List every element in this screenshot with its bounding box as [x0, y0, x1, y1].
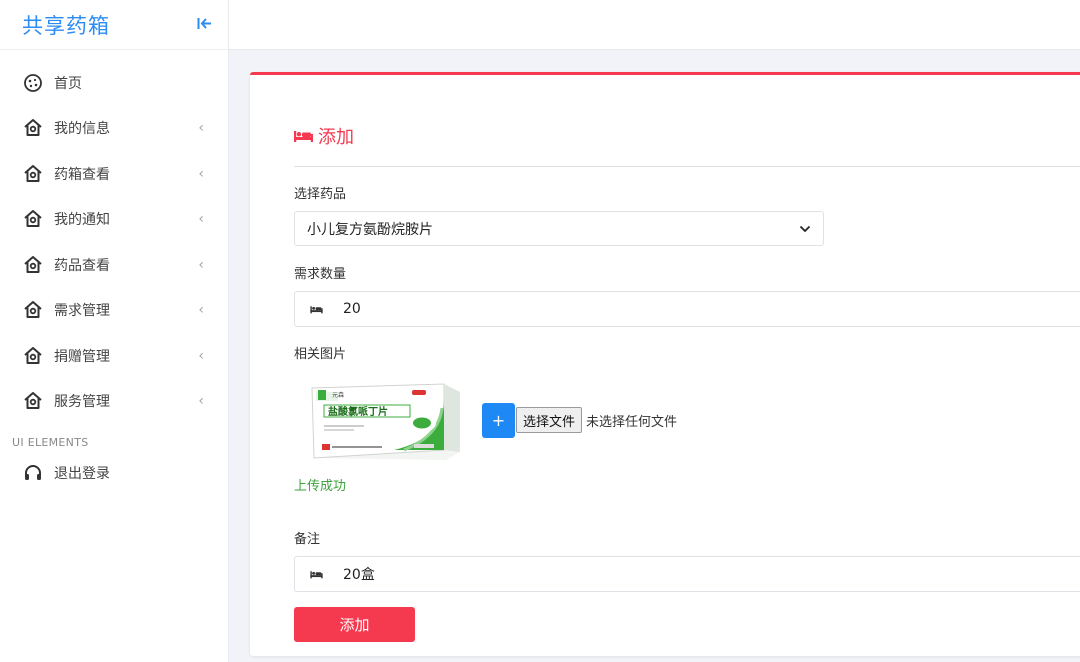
sidebar-menu: 首页 我的信息 ‹ 药箱查看 ‹ 我的通知 ‹ 药品查看 ‹ 需求管理 ‹ 捐赠… — [0, 50, 228, 424]
svg-text:元森: 元森 — [332, 391, 344, 399]
medicine-label: 选择药品 — [294, 187, 347, 202]
sidebar-item-my-info[interactable]: 我的信息 ‹ — [0, 106, 228, 152]
sidebar-item-home[interactable]: 首页 — [0, 60, 228, 106]
sidebar-item-label: 药品查看 — [54, 257, 110, 274]
home-icon — [23, 346, 43, 366]
sidebar-item-label: 需求管理 — [54, 303, 110, 320]
top-bar — [229, 0, 1080, 50]
card-header: 添加 — [294, 123, 1080, 149]
sidebar-item-notifications[interactable]: 我的通知 ‹ — [0, 197, 228, 243]
note-value: 20盒 — [343, 567, 375, 583]
headset-icon — [23, 463, 43, 483]
add-form: 选择药品 小儿复方氨酚烷胺片 需求数量 20 相关图片 元森 盐酸氯哌丁片 + … — [294, 183, 1080, 642]
note-input[interactable]: 20盒 — [294, 556, 1080, 592]
sidebar-item-label: 药箱查看 — [54, 166, 110, 183]
section-title: UI ELEMENTS — [12, 436, 89, 449]
note-label: 备注 — [294, 532, 321, 547]
sidebar-item-label: 捐赠管理 — [54, 348, 110, 365]
bed-icon — [295, 570, 337, 579]
quantity-label: 需求数量 — [294, 267, 347, 282]
file-status-text: 未选择任何文件 — [586, 414, 678, 430]
sidebar-item-medicine-box[interactable]: 药箱查看 ‹ — [0, 151, 228, 197]
home-icon — [23, 164, 43, 184]
chevron-left-icon: ‹ — [198, 165, 204, 182]
app-title: 共享药箱 — [22, 13, 110, 38]
home-icon — [23, 391, 43, 411]
chevron-left-icon: ‹ — [198, 211, 204, 228]
brand-bar: 共享药箱 — [0, 0, 228, 50]
chevron-left-icon: ‹ — [198, 393, 204, 410]
sidebar-item-donation-management[interactable]: 捐赠管理 ‹ — [0, 333, 228, 379]
quantity-value: 20 — [343, 301, 361, 317]
add-submit-button[interactable]: 添加 — [294, 607, 415, 642]
chevron-left-icon: ‹ — [198, 302, 204, 319]
home-icon — [23, 209, 43, 229]
upload-status: 上传成功 — [294, 479, 347, 494]
add-form-card: 添加 选择药品 小儿复方氨酚烷胺片 需求数量 20 相关图片 元森 盐酸氯哌丁片… — [250, 72, 1080, 656]
sidebar-item-label: 首页 — [54, 75, 82, 92]
divider — [294, 166, 1080, 167]
bed-icon — [294, 129, 313, 143]
sidebar-item-demand-management[interactable]: 需求管理 ‹ — [0, 288, 228, 334]
cookie-icon — [23, 73, 43, 93]
sidebar-item-label: 我的通知 — [54, 212, 110, 229]
image-label: 相关图片 — [294, 347, 347, 362]
collapse-sidebar-icon[interactable] — [197, 16, 212, 34]
thumbnail-box-text: 盐酸氯哌丁片 — [328, 405, 388, 418]
sidebar-item-label: 服务管理 — [54, 394, 110, 411]
chevron-left-icon: ‹ — [198, 347, 204, 364]
medicine-select[interactable]: 小儿复方氨酚烷胺片 — [294, 211, 824, 246]
card-title: 添加 — [318, 127, 354, 148]
medicine-image-thumbnail: 元森 盐酸氯哌丁片 — [294, 378, 462, 462]
choose-file-button[interactable]: 选择文件 — [516, 407, 583, 433]
quantity-input[interactable]: 20 — [294, 291, 1080, 327]
logout-label: 退出登录 — [54, 465, 110, 482]
medicine-select-value: 小儿复方氨酚烷胺片 — [307, 221, 433, 238]
sidebar-item-logout[interactable]: 退出登录 — [0, 450, 228, 496]
home-icon — [23, 300, 43, 320]
chevron-left-icon: ‹ — [198, 120, 204, 137]
sidebar-item-service-management[interactable]: 服务管理 ‹ — [0, 379, 228, 425]
sidebar-item-medicine-view[interactable]: 药品查看 ‹ — [0, 242, 228, 288]
chevron-left-icon: ‹ — [198, 256, 204, 273]
sidebar: 共享药箱 首页 我的信息 ‹ 药箱查看 ‹ 我的通知 ‹ 药品查看 ‹ 需求管理… — [0, 0, 229, 662]
home-icon — [23, 118, 43, 138]
home-icon — [23, 255, 43, 275]
bed-icon — [295, 305, 337, 314]
image-upload-row: 元森 盐酸氯哌丁片 + 选择文件 未选择任何文件 — [294, 378, 1080, 462]
add-file-button[interactable]: + — [482, 402, 515, 438]
sidebar-item-label: 我的信息 — [54, 121, 110, 138]
chevron-down-icon — [799, 221, 811, 237]
